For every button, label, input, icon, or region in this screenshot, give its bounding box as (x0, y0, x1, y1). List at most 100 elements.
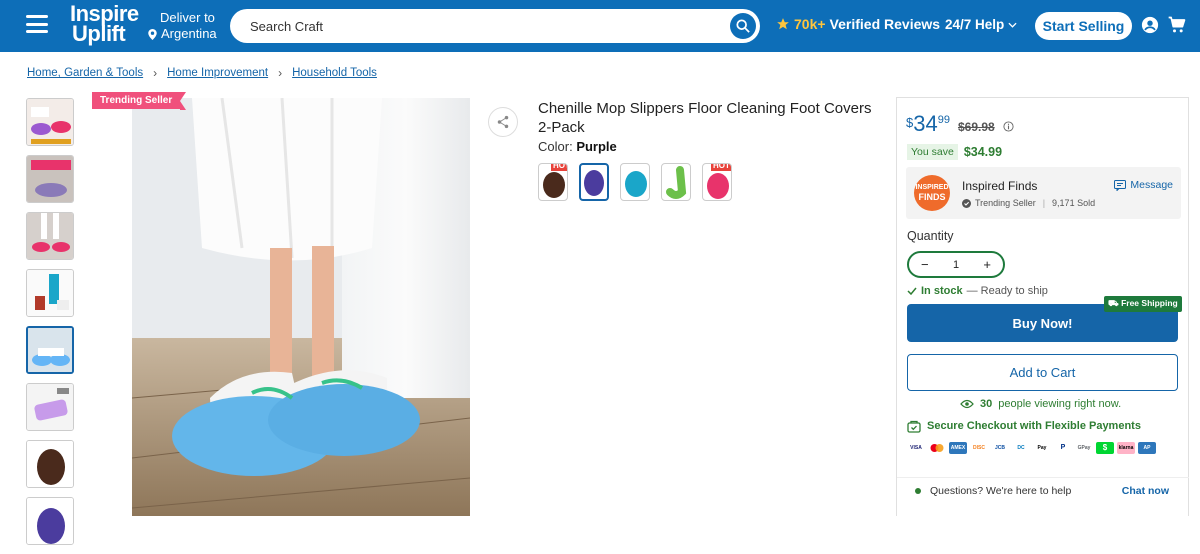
secure-checkout-text: Secure Checkout with Flexible Payments (927, 420, 1141, 432)
thumbnail-list (26, 98, 76, 554)
deliver-country: Argentina (161, 26, 217, 41)
chat-question-text: Questions? We're here to help (930, 485, 1072, 497)
swatch-blue[interactable] (620, 163, 650, 201)
quantity-stepper: − 1 + (907, 251, 1005, 278)
price: $ 34 99 $69.98 (906, 111, 1014, 137)
user-account-icon[interactable] (1141, 16, 1159, 34)
mastercard-icon (930, 444, 944, 452)
price-currency: $ (906, 115, 914, 130)
breadcrumb-separator: › (153, 66, 158, 80)
seller-meta: Trending Seller | 9,171 Sold (962, 198, 1095, 208)
start-selling-button[interactable]: Start Selling (1035, 12, 1132, 40)
seller-badge: Trending Seller (975, 198, 1036, 208)
thumbnail-4[interactable] (26, 269, 74, 317)
quantity-value[interactable]: 1 (953, 259, 959, 271)
chat-now-link[interactable]: Chat now (1122, 485, 1169, 497)
breadcrumb-link-household-tools[interactable]: Household Tools (292, 67, 377, 79)
free-shipping-label: Free Shipping (1121, 298, 1178, 308)
add-to-cart-button[interactable]: Add to Cart (907, 354, 1178, 391)
breadcrumb-link-home-garden[interactable]: Home, Garden & Tools (27, 67, 143, 79)
quantity-label: Quantity (907, 229, 954, 243)
seller-card: INSPIRED FINDS Inspired Finds Trending S… (906, 167, 1181, 219)
stock-label: In stock (921, 285, 963, 297)
seller-name[interactable]: Inspired Finds (962, 179, 1037, 193)
seller-logo-top: INSPIRED (915, 184, 949, 191)
cash-app-icon: $ (1096, 442, 1114, 454)
message-label: Message (1130, 179, 1173, 191)
jcb-icon: JCB (991, 442, 1009, 454)
google-pay-icon: GPay (1075, 442, 1093, 454)
stock-note: — Ready to ship (966, 285, 1048, 297)
verified-reviews-link[interactable]: 70k+ Verified Reviews (776, 16, 940, 32)
thumbnail-3[interactable] (26, 212, 74, 260)
chat-bar: Questions? We're here to help Chat now (897, 477, 1189, 507)
chat-bubble-icon (1114, 179, 1127, 191)
discover-icon: DISC (970, 442, 988, 454)
share-icon (497, 115, 509, 129)
deliver-label: Deliver to (160, 10, 215, 25)
help-dropdown[interactable]: 24/7 Help (945, 17, 1017, 32)
star-icon (777, 18, 789, 30)
swatch-green[interactable] (661, 163, 691, 201)
seller-sold-count: 9,171 Sold (1052, 198, 1096, 208)
share-button[interactable] (488, 107, 518, 137)
main-product-image[interactable] (132, 98, 470, 516)
search-icon (736, 19, 750, 33)
thumbnail-6[interactable] (26, 383, 74, 431)
reviews-label: Verified Reviews (829, 16, 941, 32)
thumbnail-2[interactable] (26, 155, 74, 203)
breadcrumb-link-home-improvement[interactable]: Home Improvement (167, 67, 268, 79)
afterpay-icon: AP (1138, 442, 1156, 454)
site-logo[interactable]: Inspire Uplift (70, 3, 139, 46)
amex-icon: AMEX (949, 442, 967, 454)
info-icon[interactable] (1003, 121, 1014, 132)
thumbnail-8[interactable] (26, 497, 74, 545)
breadcrumb: Home, Garden & Tools › Home Improvement … (27, 66, 377, 80)
quantity-increase-button[interactable]: + (983, 257, 991, 272)
viewers-notice: 30 people viewing right now. (960, 398, 1121, 410)
truck-icon: ⛟ (1108, 298, 1119, 308)
breadcrumb-separator: › (278, 66, 283, 80)
hot-badge: HOT (711, 164, 731, 171)
cart-icon[interactable] (1167, 15, 1187, 35)
deliver-to-selector[interactable]: Deliver to Argentina (148, 10, 217, 42)
price-decimal: 99 (937, 114, 950, 126)
top-navigation-bar: Inspire Uplift Deliver to Argentina 70k+… (0, 0, 1200, 52)
visa-icon: VISA (907, 442, 925, 454)
lock-check-icon (907, 420, 921, 433)
color-value: Purple (576, 139, 617, 154)
quantity-decrease-button[interactable]: − (921, 257, 929, 272)
eye-icon (960, 399, 974, 409)
online-status-dot (915, 488, 921, 494)
swatch-purple[interactable] (579, 163, 609, 201)
swatch-brown[interactable]: HOT (538, 163, 568, 201)
savings: You save $34.99 (907, 144, 1002, 160)
menu-icon[interactable] (26, 15, 48, 33)
product-title: Chenille Mop Slippers Floor Cleaning Foo… (538, 100, 872, 136)
message-seller-link[interactable]: Message (1114, 179, 1173, 191)
viewers-text: people viewing right now. (998, 398, 1122, 410)
chevron-down-icon (1008, 22, 1017, 28)
color-swatches: HOT HOT (538, 163, 732, 201)
apple-pay-icon: Pay (1033, 442, 1051, 454)
thumbnail-7[interactable] (26, 440, 74, 488)
you-save-amount: $34.99 (963, 145, 1003, 159)
help-label: 24/7 Help (945, 17, 1005, 32)
trending-seller-badge: Trending Seller (92, 92, 187, 110)
swatch-pink[interactable]: HOT (702, 163, 732, 201)
location-pin-icon (148, 28, 157, 40)
price-integer: 34 (913, 111, 938, 136)
verified-badge-icon (962, 198, 971, 208)
check-icon (907, 287, 917, 295)
seller-logo-bottom: FINDS (918, 192, 946, 202)
thumbnail-1[interactable] (26, 98, 74, 146)
seller-logo[interactable]: INSPIRED FINDS (914, 175, 950, 211)
search-button[interactable] (730, 13, 756, 39)
you-save-label: You save (907, 144, 958, 160)
free-shipping-badge: ⛟ Free Shipping (1104, 296, 1182, 312)
thumbnail-5[interactable] (26, 326, 74, 374)
secure-checkout-notice: Secure Checkout with Flexible Payments (907, 419, 1141, 433)
logo-line2: Uplift (72, 21, 126, 46)
reviews-count: 70k+ (794, 16, 826, 32)
search-input[interactable] (250, 18, 720, 34)
